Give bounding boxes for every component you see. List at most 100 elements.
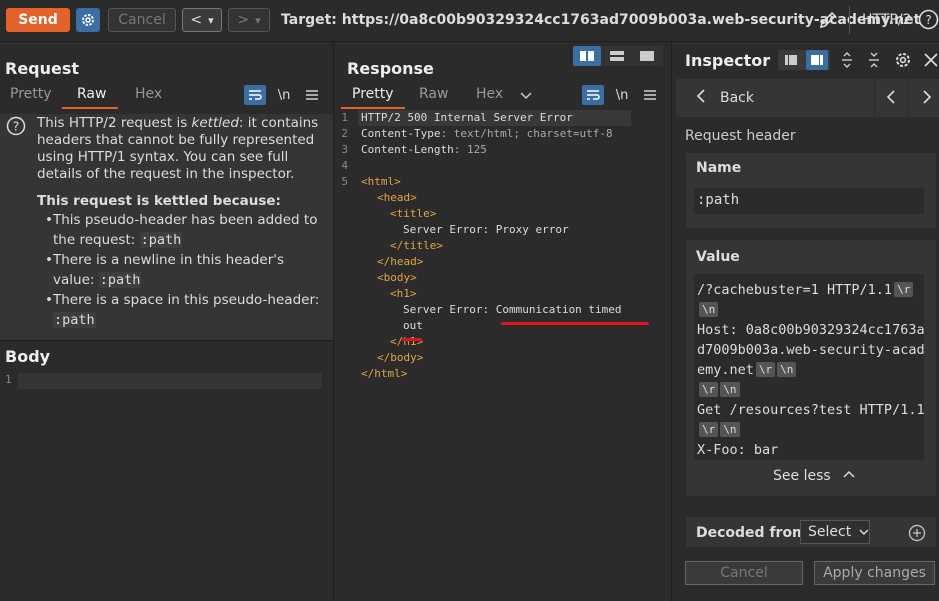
name-field[interactable]: :path <box>694 188 924 214</box>
collapse-all-icon[interactable] <box>863 50 885 70</box>
forward-arrow-label: > <box>237 12 250 28</box>
value-line: \r \n <box>697 380 740 400</box>
body-line[interactable] <box>18 373 322 389</box>
value-line: \r \n <box>697 420 740 440</box>
kettled-reason: There is a space in this pseudo-header: … <box>45 290 328 330</box>
red-annotation-underline <box>402 338 422 341</box>
more-tabs-chevron-icon[interactable] <box>520 89 532 104</box>
kettled-notice: ? This HTTP/2 request is kettled: it con… <box>0 114 333 340</box>
expand-all-icon[interactable] <box>836 50 858 70</box>
apply-changes-button[interactable]: Apply changes <box>814 561 935 585</box>
response-editor[interactable]: 1 HTTP/2 500 Internal Server Error 2 Conte… <box>334 109 671 409</box>
tab-pretty[interactable]: Pretty <box>352 86 394 102</box>
line-number: 1 <box>5 373 12 386</box>
menu-icon[interactable] <box>301 85 323 105</box>
layout-switcher <box>573 46 663 66</box>
settings-gear-icon[interactable] <box>76 8 100 32</box>
value-line: Get /resources?test HTTP/1.1 <box>697 400 925 420</box>
see-less-label: See less <box>773 468 831 484</box>
layout-list-icon[interactable] <box>780 50 802 70</box>
value-line: Host: 0a8c00b90329324cc1763a <box>697 320 925 340</box>
chevron-down-icon <box>859 529 869 535</box>
add-decoding-icon[interactable] <box>908 524 926 546</box>
value-line: /?cachebuster=1 HTTP/1.1 \r <box>697 280 914 300</box>
response-tabs: Pretty Raw Hex \n <box>334 85 671 109</box>
inspector-layout-switcher <box>778 50 830 70</box>
tab-raw[interactable]: Raw <box>77 86 106 102</box>
kettled-reason: This pseudo-header has been added to the… <box>45 210 328 250</box>
edit-target-pencil-icon[interactable] <box>818 10 838 34</box>
layout-panel-icon[interactable] <box>806 50 828 70</box>
request-title: Request <box>5 59 80 78</box>
tab-hex[interactable]: Hex <box>476 86 503 102</box>
kettled-heading: This request is kettled because: <box>37 193 281 209</box>
back-dropdown-icon[interactable]: ▾ <box>208 14 214 27</box>
nav-divider <box>874 79 875 117</box>
layout-single-icon[interactable] <box>633 46 661 66</box>
svg-text:?: ? <box>925 13 931 27</box>
value-text: d7009b003a.web-security-acad <box>697 342 925 358</box>
response-title: Response <box>347 59 434 78</box>
wrap-lines-icon[interactable] <box>582 85 604 105</box>
value-line: d7009b003a.web-security-acad <box>697 340 925 360</box>
escape-badge: \r <box>699 382 719 397</box>
send-button[interactable]: Send <box>6 8 70 32</box>
inspector-nav-bar: Back <box>676 79 939 117</box>
previous-icon[interactable] <box>886 90 896 108</box>
layout-side-by-side-icon[interactable] <box>573 46 601 66</box>
help-icon[interactable]: ? <box>918 9 939 34</box>
kettled-reason: There is a newline in this header's valu… <box>45 250 328 290</box>
show-newlines-toggle[interactable]: \n <box>273 85 295 105</box>
decoded-select[interactable]: Select <box>800 520 870 544</box>
name-label: Name <box>696 160 742 176</box>
tab-raw[interactable]: Raw <box>419 86 448 102</box>
wrap-lines-icon[interactable] <box>244 85 266 105</box>
escape-badge: \n <box>699 302 719 317</box>
name-value: :path <box>697 192 740 208</box>
value-text: Get /resources?test HTTP/1.1 <box>697 402 925 418</box>
back-chevron-icon[interactable] <box>696 89 706 107</box>
tab-pretty[interactable]: Pretty <box>10 86 52 102</box>
back-arrow-label: < <box>190 12 203 28</box>
inspector-title: Inspector <box>685 51 771 70</box>
svg-text:?: ? <box>13 120 19 134</box>
help-circle-icon: ? <box>6 116 26 140</box>
layout-stacked-icon[interactable] <box>603 46 631 66</box>
chevron-up-icon <box>843 470 855 478</box>
escape-badge: \n <box>777 362 797 377</box>
escape-badge: \n <box>720 382 740 397</box>
nav-divider <box>907 79 908 117</box>
escape-badge: \r <box>894 282 914 297</box>
body-editor[interactable]: 1 <box>0 373 322 389</box>
kettled-intro: This HTTP/2 request is kettled: it conta… <box>37 115 319 182</box>
history-back-button[interactable]: < ▾ <box>182 8 222 32</box>
escape-badge: \n <box>720 422 740 437</box>
close-icon[interactable] <box>920 50 939 70</box>
forward-dropdown-icon[interactable]: ▾ <box>255 14 261 27</box>
history-forward-button[interactable]: > ▾ <box>228 8 270 32</box>
inspector-settings-gear-icon[interactable] <box>892 50 914 70</box>
body-title: Body <box>5 347 51 366</box>
value-line: X-Foo: bar <box>697 440 778 460</box>
red-annotation-underline <box>501 322 649 325</box>
back-button[interactable]: Back <box>720 90 754 106</box>
value-text: /?cachebuster=1 HTTP/1.1 <box>697 282 893 298</box>
response-panel: Response Pretty Raw Hex \n 1 HTTP/2 500 I… <box>334 42 672 601</box>
show-newlines-toggle[interactable]: \n <box>611 85 633 105</box>
select-label: Select <box>808 524 852 540</box>
menu-icon[interactable] <box>639 85 661 105</box>
cancel-button[interactable]: Cancel <box>108 8 176 32</box>
next-icon[interactable] <box>922 90 932 108</box>
toolbar-divider <box>849 6 850 34</box>
protocol-label[interactable]: HTTP/2 <box>862 12 911 28</box>
value-text: emy.net <box>697 362 754 378</box>
escape-badge: \r <box>699 422 719 437</box>
section-divider <box>0 340 333 341</box>
tab-hex[interactable]: Hex <box>135 86 162 102</box>
value-label: Value <box>696 249 740 265</box>
value-line: \n <box>697 300 719 320</box>
value-line: emy.net \r \n <box>697 360 797 380</box>
inspector-cancel-button[interactable]: Cancel <box>685 561 803 585</box>
see-less-button[interactable]: See less <box>773 468 855 484</box>
value-text: Host: 0a8c00b90329324cc1763a <box>697 322 925 338</box>
